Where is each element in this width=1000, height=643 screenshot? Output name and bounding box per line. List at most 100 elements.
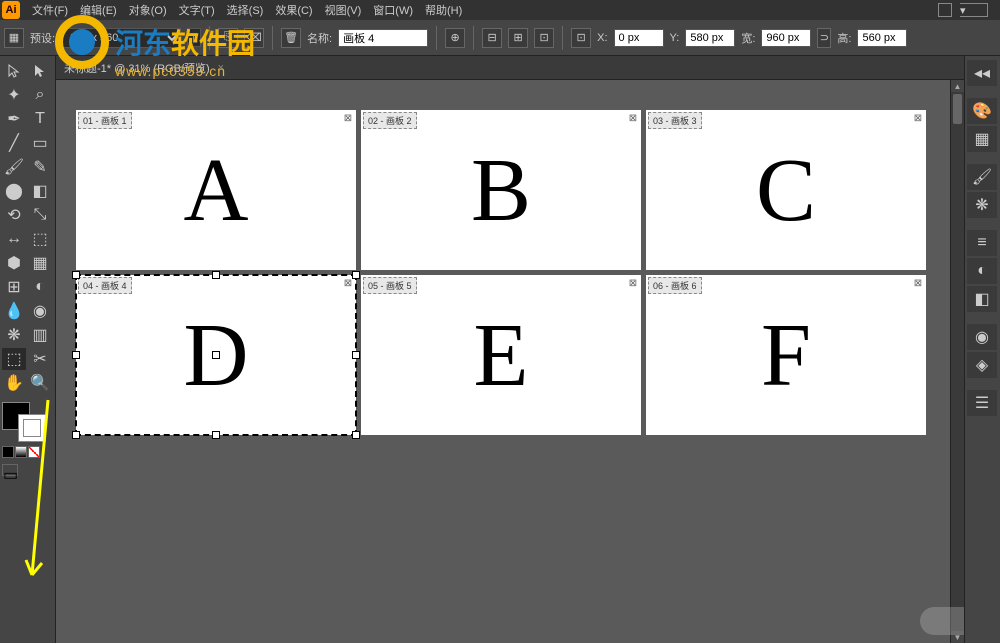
selection-tool[interactable] xyxy=(2,60,26,82)
artboard-5[interactable]: 05 - 画板 5 ⊠ E xyxy=(361,275,641,435)
resize-handle[interactable] xyxy=(212,431,220,439)
new-artboard-icon[interactable]: ⎘ xyxy=(218,28,238,48)
gradient-panel-icon[interactable]: ◐ xyxy=(967,258,997,284)
w-input[interactable] xyxy=(761,29,811,47)
artboard-6[interactable]: 06 - 画板 6 ⊠ F xyxy=(646,275,926,435)
rectangle-tool[interactable]: ▭ xyxy=(28,132,52,154)
artboard-tool[interactable]: ⬚ xyxy=(2,348,26,370)
preset-select[interactable]: 960 x 560 xyxy=(61,28,181,48)
none-mode-icon[interactable] xyxy=(28,446,40,458)
hand-tool[interactable]: ✋ xyxy=(2,372,26,394)
delete-artboard-icon[interactable]: ⌫ xyxy=(244,28,264,48)
x-input[interactable] xyxy=(614,29,664,47)
paintbrush-tool[interactable]: 🖌 xyxy=(2,156,26,178)
close-tab-icon[interactable]: × xyxy=(218,62,224,74)
artboard-3[interactable]: 03 - 画板 3 ⊠ C xyxy=(646,110,926,270)
screen-mode-icon[interactable]: ▭ xyxy=(2,464,18,476)
color-panel-icon[interactable]: 🎨 xyxy=(967,98,997,124)
eraser-tool[interactable]: ◧ xyxy=(28,180,52,202)
width-tool[interactable]: ↔ xyxy=(2,228,26,250)
menu-edit[interactable]: 编辑(E) xyxy=(74,0,123,20)
document-tab[interactable]: 未标题-1* @ 31% (RGB/预览) × xyxy=(56,56,964,80)
artboard-close-icon[interactable]: ⊠ xyxy=(342,112,354,124)
artboard-close-icon[interactable]: ⊠ xyxy=(627,112,639,124)
resize-handle[interactable] xyxy=(72,431,80,439)
link-wh-icon[interactable]: ⊃ xyxy=(817,28,831,48)
scrollbar-thumb[interactable] xyxy=(953,94,962,124)
resize-handle[interactable] xyxy=(72,351,80,359)
align-icon-2[interactable]: ⊞ xyxy=(508,28,528,48)
menu-effect[interactable]: 效果(C) xyxy=(269,0,318,20)
artboard-1[interactable]: 01 - 画板 1 ⊠ A xyxy=(76,110,356,270)
artboard-close-icon[interactable]: ⊠ xyxy=(627,277,639,289)
move-with-artboard-icon[interactable]: ⊕ xyxy=(445,28,465,48)
perspective-grid-tool[interactable]: ▦ xyxy=(28,252,52,274)
align-icon-1[interactable]: ⊟ xyxy=(482,28,502,48)
symbols-panel-icon[interactable]: ❋ xyxy=(967,192,997,218)
column-graph-tool[interactable]: ▥ xyxy=(28,324,52,346)
reference-point-icon[interactable]: ⊡ xyxy=(571,28,591,48)
menu-help[interactable]: 帮助(H) xyxy=(419,0,468,20)
artboard-options-icon[interactable]: ▦ xyxy=(4,28,24,48)
graphic-styles-panel-icon[interactable]: ◈ xyxy=(967,352,997,378)
menu-type[interactable]: 文字(T) xyxy=(173,0,221,20)
pen-tool[interactable]: ✒ xyxy=(2,108,26,130)
canvas-area: 未标题-1* @ 31% (RGB/预览) × 01 - 画板 1 ⊠ A 02… xyxy=(56,56,964,643)
gradient-tool[interactable]: ◐ xyxy=(28,276,52,298)
trash-icon[interactable]: 🗑 xyxy=(281,28,301,48)
artboard-close-icon[interactable]: ⊠ xyxy=(912,277,924,289)
blob-brush-tool[interactable]: ⬤ xyxy=(2,180,26,202)
resize-handle[interactable] xyxy=(352,431,360,439)
eyedropper-tool[interactable]: 💧 xyxy=(2,300,26,322)
stroke-panel-icon[interactable]: ≡ xyxy=(967,230,997,256)
artboard-close-icon[interactable]: ⊠ xyxy=(912,112,924,124)
canvas[interactable]: 01 - 画板 1 ⊠ A 02 - 画板 2 ⊠ B 03 - 画板 3 ⊠ … xyxy=(56,80,964,643)
menu-view[interactable]: 视图(V) xyxy=(319,0,368,20)
line-tool[interactable]: ╱ xyxy=(2,132,26,154)
appearance-panel-icon[interactable]: ◉ xyxy=(967,324,997,350)
brushes-panel-icon[interactable]: 🖌 xyxy=(967,164,997,190)
artboard-2[interactable]: 02 - 画板 2 ⊠ B xyxy=(361,110,641,270)
workspace-switcher-icon[interactable]: ▾ xyxy=(960,3,988,17)
artboard-4[interactable]: 04 - 画板 4 ⊠ D xyxy=(76,275,356,435)
magic-wand-tool[interactable]: ✦ xyxy=(2,84,26,106)
slice-tool[interactable]: ✂ xyxy=(28,348,52,370)
blend-tool[interactable]: ◉ xyxy=(28,300,52,322)
mesh-tool[interactable]: ⊞ xyxy=(2,276,26,298)
swatches-panel-icon[interactable]: ▦ xyxy=(967,126,997,152)
h-input[interactable] xyxy=(857,29,907,47)
resize-handle[interactable] xyxy=(212,271,220,279)
stroke-swatch[interactable] xyxy=(18,414,46,442)
color-swatches[interactable] xyxy=(2,402,50,442)
align-icon-3[interactable]: ⊡ xyxy=(534,28,554,48)
vertical-scrollbar[interactable]: ▲ ▼ xyxy=(950,80,964,643)
menu-window[interactable]: 窗口(W) xyxy=(367,0,419,20)
artboard-name-input[interactable] xyxy=(338,29,428,47)
zoom-tool[interactable]: 🔍 xyxy=(28,372,52,394)
transparency-panel-icon[interactable]: ◧ xyxy=(967,286,997,312)
menu-file[interactable]: 文件(F) xyxy=(26,0,74,20)
type-tool[interactable]: T xyxy=(28,108,52,130)
scroll-up-icon[interactable]: ▲ xyxy=(951,80,964,92)
shape-builder-tool[interactable]: ⬢ xyxy=(2,252,26,274)
layout-icon[interactable] xyxy=(938,3,952,17)
pencil-tool[interactable]: ✎ xyxy=(28,156,52,178)
color-mode-icon[interactable] xyxy=(2,446,14,458)
symbol-sprayer-tool[interactable]: ❋ xyxy=(2,324,26,346)
gradient-mode-icon[interactable] xyxy=(15,446,27,458)
collapse-panels-icon[interactable]: ◂◂ xyxy=(967,60,997,86)
rotate-tool[interactable]: ⟲ xyxy=(2,204,26,226)
resize-handle[interactable] xyxy=(352,271,360,279)
layers-panel-icon[interactable]: ☰ xyxy=(967,390,997,416)
free-transform-tool[interactable]: ⬚ xyxy=(28,228,52,250)
direct-selection-tool[interactable] xyxy=(28,60,52,82)
menu-select[interactable]: 选择(S) xyxy=(221,0,270,20)
orientation-portrait-icon[interactable]: ▯ xyxy=(187,28,201,47)
resize-handle[interactable] xyxy=(352,351,360,359)
lasso-tool[interactable]: ⌕ xyxy=(28,84,52,106)
scale-tool[interactable]: ⤡ xyxy=(28,204,52,226)
menu-object[interactable]: 对象(O) xyxy=(123,0,173,20)
center-handle[interactable] xyxy=(212,351,220,359)
resize-handle[interactable] xyxy=(72,271,80,279)
y-input[interactable] xyxy=(685,29,735,47)
